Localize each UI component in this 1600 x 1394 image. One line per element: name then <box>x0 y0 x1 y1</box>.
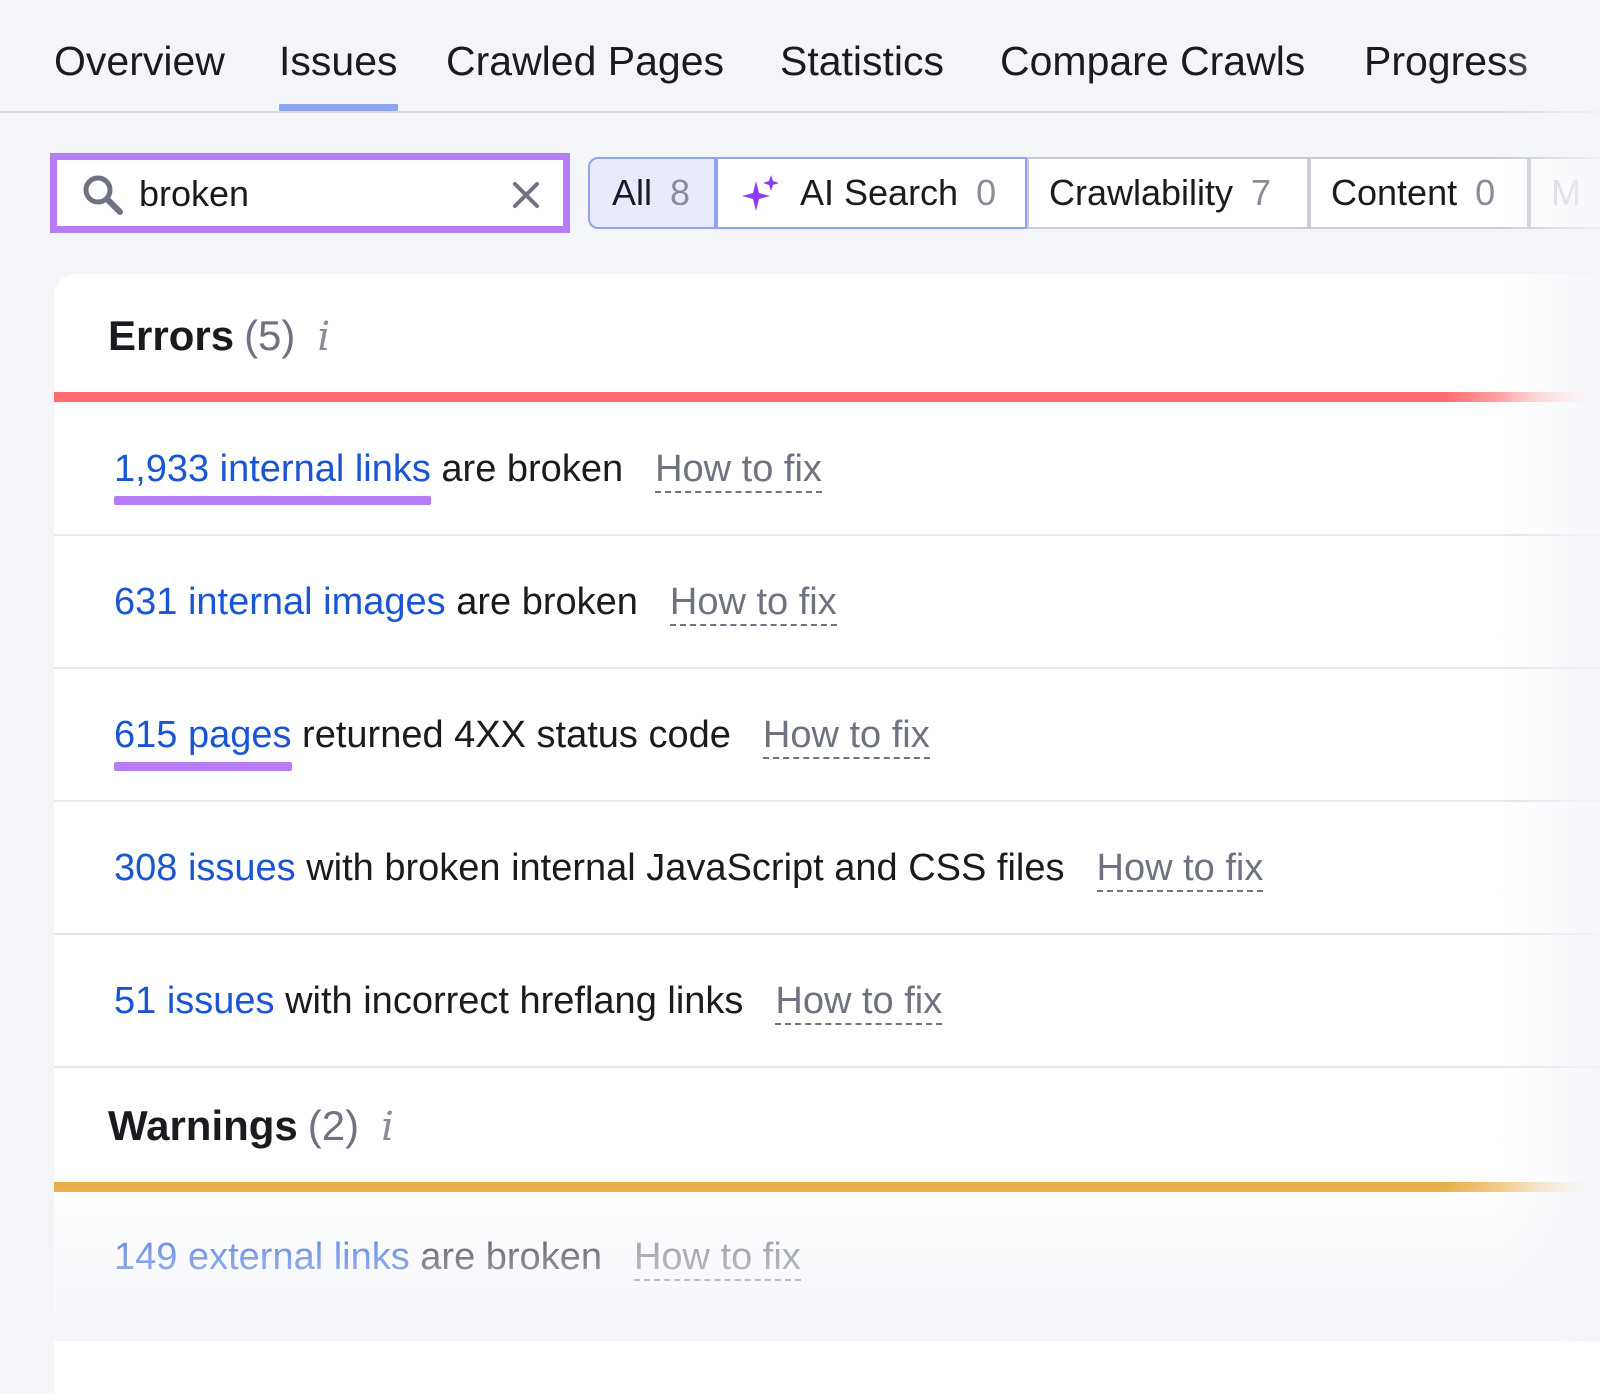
filter-label: Content <box>1331 172 1458 213</box>
filter-label: AI Search <box>800 172 959 213</box>
info-icon[interactable]: i <box>317 314 330 360</box>
filter-all[interactable]: All 8 <box>588 157 716 229</box>
issue-row: 1,933 internal links are broken How to fi… <box>54 402 1600 536</box>
tab-progress[interactable]: Progress <box>1364 36 1528 86</box>
filter-crawlability[interactable]: Crawlability 7 <box>1027 157 1309 229</box>
filter-content[interactable]: Content 0 <box>1309 157 1529 229</box>
issue-link[interactable]: 615 pages <box>114 714 292 756</box>
tab-crawled-pages[interactable]: Crawled Pages <box>446 36 724 86</box>
how-to-fix-link[interactable]: How to fix <box>1096 847 1264 892</box>
issue-row: 51 issues with incorrect hreflang links H… <box>54 934 1600 1068</box>
sparkle-icon <box>742 175 779 211</box>
issue-text: with incorrect hreflang links <box>274 980 744 1022</box>
how-to-fix-link[interactable]: How to fix <box>633 1236 801 1281</box>
issue-row: 308 issues with broken internal JavaScri… <box>54 801 1600 935</box>
issue-row: 631 internal images are broken How to fix <box>54 535 1600 669</box>
errors-severity-bar <box>54 392 1600 402</box>
errors-heading: Errors (5) i <box>108 312 330 360</box>
how-to-fix-link[interactable]: How to fix <box>762 714 930 759</box>
filter-count: 7 <box>1251 172 1272 213</box>
issue-text: are broken <box>445 581 638 623</box>
issue-text: are broken <box>409 1236 602 1278</box>
issue-text: with broken internal JavaScript and CSS … <box>295 847 1065 889</box>
filter-label: All <box>612 172 653 213</box>
tab-statistics[interactable]: Statistics <box>780 36 944 86</box>
how-to-fix-link[interactable]: How to fix <box>669 581 837 626</box>
filter-count: 0 <box>976 172 997 213</box>
issue-row: 615 pages returned 4XX status code How to… <box>54 668 1600 802</box>
errors-count: (5) <box>244 312 296 359</box>
issue-row: 149 external links are broken How to fix <box>54 1192 1600 1326</box>
tab-issues[interactable]: Issues <box>279 36 398 111</box>
issue-search-box <box>50 153 570 233</box>
nav-tabs: Overview Issues Crawled Pages Statistics… <box>0 0 1600 113</box>
warnings-heading: Warnings (2) i <box>108 1102 394 1150</box>
issue-link[interactable]: 149 external links <box>114 1236 410 1278</box>
how-to-fix-link[interactable]: How to fix <box>775 980 943 1025</box>
filter-label: Crawlability <box>1049 172 1234 213</box>
issue-link[interactable]: 1,933 internal links <box>114 448 431 490</box>
category-filters: All 8 AI Search 0 Crawlability 7 Content 0 M <box>588 157 1600 229</box>
issue-link[interactable]: 51 issues <box>114 980 275 1022</box>
search-input[interactable] <box>139 166 479 222</box>
filter-count: 0 <box>1475 172 1496 213</box>
close-icon[interactable] <box>511 180 541 210</box>
how-to-fix-link[interactable]: How to fix <box>655 448 822 493</box>
filter-ai-search[interactable]: AI Search 0 <box>716 157 1027 229</box>
warnings-severity-bar <box>54 1182 1600 1192</box>
warnings-count: (2) <box>307 1102 360 1149</box>
info-icon[interactable]: i <box>381 1104 394 1150</box>
issue-link[interactable]: 631 internal images <box>114 581 446 623</box>
search-icon <box>83 175 123 215</box>
errors-title: Errors <box>108 312 235 359</box>
issue-text: returned 4XX status code <box>291 714 731 756</box>
issue-link[interactable]: 308 issues <box>114 847 296 889</box>
filter-label: M <box>1551 172 1581 213</box>
filter-count: 8 <box>670 172 691 213</box>
warnings-title: Warnings <box>108 1102 298 1149</box>
filter-more[interactable]: M <box>1529 157 1600 229</box>
tab-overview[interactable]: Overview <box>54 36 225 86</box>
issues-card: Errors (5) i 1,933 internal links are brok… <box>54 274 1600 1394</box>
issue-text: are broken <box>430 448 624 490</box>
tab-compare-crawls[interactable]: Compare Crawls <box>1000 36 1305 86</box>
